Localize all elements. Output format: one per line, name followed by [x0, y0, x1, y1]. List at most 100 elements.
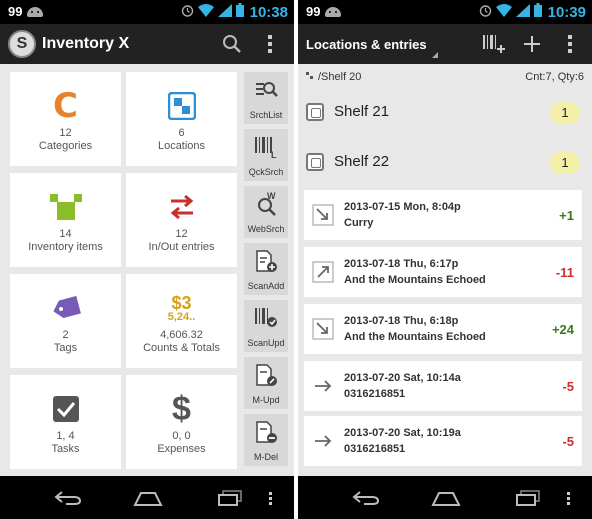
- tile-counts-totals[interactable]: $3 5,24.. 4,606.32 Counts & Totals: [126, 274, 237, 368]
- shelf-icon: [306, 153, 324, 171]
- notification-count: 99: [306, 4, 321, 19]
- spinner-triangle-icon: [432, 52, 438, 58]
- stock-in-icon: [312, 204, 334, 226]
- shelf-icon: [306, 103, 324, 121]
- shelf-row[interactable]: Shelf 21 1: [304, 92, 586, 132]
- tile-tags[interactable]: 2 Tags: [10, 274, 121, 368]
- quick-search-barcode-icon: L: [244, 129, 288, 165]
- inout-icon: [126, 187, 237, 227]
- search-list-icon: [244, 72, 288, 108]
- locations-icon: [126, 86, 237, 126]
- app-title: Inventory X: [42, 35, 130, 52]
- barcode-add-icon: [483, 35, 505, 53]
- tile-locations[interactable]: 6 Locations: [126, 72, 237, 166]
- scan-add-icon: [244, 243, 288, 279]
- screen-title-spinner[interactable]: Locations & entries: [306, 37, 427, 52]
- expenses-icon: $: [172, 389, 191, 428]
- menu-icon: [268, 491, 272, 505]
- folder-tree-icon: [306, 72, 314, 80]
- plus-icon: [524, 36, 540, 52]
- tag-icon: [10, 288, 121, 328]
- home-button[interactable]: [128, 486, 168, 510]
- move-arrow-icon: [312, 375, 334, 397]
- tile-inventory-items[interactable]: 14 Inventory items: [10, 173, 121, 267]
- location-path-bar: /Shelf 20 Cnt:7, Qty:6: [298, 64, 592, 90]
- action-bar: S Inventory X: [0, 24, 294, 64]
- status-bar: 99 10:38: [0, 0, 294, 24]
- scan-add-button[interactable]: ScanAdd: [244, 243, 288, 295]
- wifi-icon: [197, 3, 214, 22]
- app-logo-icon[interactable]: S: [8, 30, 36, 58]
- recent-apps-button[interactable]: [210, 486, 250, 510]
- manual-delete-icon: [244, 414, 288, 450]
- entry-row[interactable]: 2013-07-20 Sat, 10:19a 0316216851 -5: [304, 416, 582, 466]
- tile-inout-entries[interactable]: 12 In/Out entries: [126, 173, 237, 267]
- entry-row[interactable]: 2013-07-15 Mon, 8:04p Curry +1: [304, 190, 582, 240]
- alarm-icon: [479, 4, 492, 22]
- manual-update-button[interactable]: M-Upd: [244, 357, 288, 409]
- categories-icon: C: [53, 86, 78, 126]
- action-bar: Locations & entries: [298, 24, 592, 64]
- back-icon: [54, 491, 82, 505]
- location-path[interactable]: /Shelf 20: [318, 71, 361, 83]
- stock-out-icon: [312, 261, 334, 283]
- overflow-icon: [268, 35, 272, 53]
- manual-delete-button[interactable]: M-Del: [244, 414, 288, 466]
- entry-row[interactable]: 2013-07-18 Thu, 6:17p And the Mountains …: [304, 247, 582, 297]
- recent-apps-button[interactable]: [508, 486, 548, 510]
- android-icon: [27, 6, 44, 17]
- inventory-home-screen: 99 10:38 S Inventory X C 12 Categories 6…: [0, 0, 294, 519]
- inventory-icon: [10, 187, 121, 227]
- recent-apps-icon: [516, 490, 540, 506]
- scan-update-icon: [244, 300, 288, 336]
- entry-row[interactable]: 2013-07-20 Sat, 10:14a 0316216851 -5: [304, 361, 582, 411]
- home-icon: [133, 492, 163, 506]
- tile-tasks[interactable]: 1, 4 Tasks: [10, 375, 121, 469]
- signal-icon: [217, 3, 232, 22]
- add-button[interactable]: [516, 28, 548, 60]
- overflow-menu-button[interactable]: [554, 28, 586, 60]
- quick-search-button[interactable]: L QckSrch: [244, 129, 288, 181]
- manual-update-icon: [244, 357, 288, 393]
- entry-row[interactable]: 2013-07-18 Thu, 6:18p And the Mountains …: [304, 304, 582, 354]
- clock: 10:39: [547, 4, 586, 21]
- svg-text:L: L: [271, 150, 277, 159]
- navigation-bar: [298, 476, 592, 519]
- locations-entries-screen: 99 10:39 Locations & entries /Shelf 20 C…: [298, 0, 592, 519]
- back-button[interactable]: [48, 486, 88, 510]
- scan-update-button[interactable]: ScanUpd: [244, 300, 288, 352]
- back-button[interactable]: [346, 486, 386, 510]
- tasks-icon: [10, 389, 121, 429]
- home-icon: [431, 492, 461, 506]
- search-icon: [223, 35, 241, 53]
- notification-count: 99: [8, 4, 23, 19]
- wifi-icon: [495, 3, 512, 22]
- android-icon: [325, 6, 342, 17]
- qty-badge: 1: [550, 102, 580, 124]
- dashboard-grid: C 12 Categories 6 Locations 14 Inventory…: [0, 64, 294, 476]
- recent-apps-icon: [218, 490, 242, 506]
- qty-badge: 1: [550, 152, 580, 174]
- battery-icon: [235, 3, 244, 22]
- tile-expenses[interactable]: $ 0, 0 Expenses: [126, 375, 237, 469]
- search-button[interactable]: [216, 28, 248, 60]
- web-search-button[interactable]: W WebSrch: [244, 186, 288, 238]
- tile-categories[interactable]: C 12 Categories: [10, 72, 121, 166]
- move-arrow-icon: [312, 430, 334, 452]
- overflow-menu-button[interactable]: [254, 28, 286, 60]
- menu-icon: [566, 491, 570, 505]
- shelf-row[interactable]: Shelf 22 1: [304, 142, 586, 182]
- stock-in-icon: [312, 318, 334, 340]
- clock: 10:38: [249, 4, 288, 21]
- svg-text:W: W: [267, 191, 276, 201]
- menu-button[interactable]: [258, 486, 282, 510]
- web-search-icon: W: [244, 186, 288, 222]
- status-bar: 99 10:39: [298, 0, 592, 24]
- menu-button[interactable]: [556, 486, 580, 510]
- location-stats: Cnt:7, Qty:6: [525, 71, 584, 83]
- home-button[interactable]: [426, 486, 466, 510]
- navigation-bar: [0, 476, 294, 519]
- overflow-icon: [568, 35, 572, 53]
- scan-barcode-add-button[interactable]: [478, 28, 510, 60]
- search-list-button[interactable]: SrchList: [244, 72, 288, 124]
